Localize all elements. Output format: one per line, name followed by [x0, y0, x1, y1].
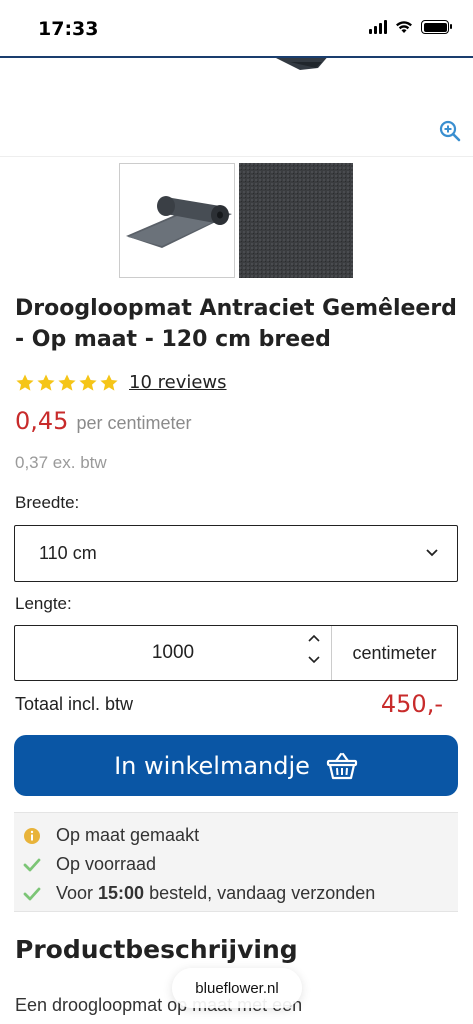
width-selected-value: 110 cm	[39, 543, 97, 563]
chevron-down-icon	[426, 549, 438, 557]
check-icon	[22, 884, 42, 904]
cellular-signal-icon	[369, 20, 387, 34]
thumbnail-roll[interactable]	[119, 163, 235, 278]
star-rating	[15, 373, 119, 393]
mat-roll-image-partial	[276, 58, 327, 70]
usp-item: Op maat gemaakt	[22, 821, 458, 850]
length-field: 1000 centimeter	[14, 625, 458, 681]
star-icon	[79, 374, 97, 391]
usp-cutoff-time: 15:00	[98, 883, 145, 903]
product-main-image[interactable]	[0, 56, 473, 157]
status-time: 17:33	[38, 18, 99, 40]
check-icon	[22, 855, 42, 875]
wifi-icon	[396, 21, 412, 33]
price-ex-vat: 0,37 ex. btw	[15, 453, 107, 472]
thumbnail-gallery	[119, 163, 353, 278]
usp-text: Op maat gemaakt	[56, 825, 200, 845]
width-select[interactable]: 110 cm	[14, 525, 458, 582]
status-icons	[369, 20, 452, 34]
length-stepper[interactable]	[307, 632, 321, 666]
rating: 10 reviews	[15, 372, 227, 393]
basket-icon	[326, 752, 358, 779]
length-value: 1000	[151, 642, 195, 663]
description-title: Productbeschrijving	[15, 935, 298, 964]
width-label: Breedte:	[15, 493, 80, 512]
reviews-link[interactable]: 10 reviews	[129, 372, 227, 393]
usp-item: Op voorraad	[22, 850, 458, 879]
usp-text: Op voorraad	[56, 854, 157, 874]
star-icon	[100, 374, 118, 391]
zoom-icon[interactable]	[439, 120, 461, 142]
add-to-cart-button[interactable]: In winkelmandje	[14, 735, 458, 796]
total-label: Totaal incl. btw	[15, 694, 134, 714]
star-icon	[58, 374, 76, 391]
status-bar: 17:33	[0, 0, 473, 58]
chevron-down-icon[interactable]	[307, 654, 321, 666]
chevron-up-icon[interactable]	[307, 632, 321, 644]
battery-icon	[421, 20, 452, 34]
add-to-cart-label: In winkelmandje	[114, 751, 310, 780]
length-unit: centimeter	[331, 626, 457, 680]
total-value: 450,-	[380, 690, 443, 718]
star-icon	[16, 374, 34, 391]
price-unit: per centimeter	[76, 413, 192, 433]
length-input[interactable]: 1000	[15, 626, 331, 680]
length-label: Lengte:	[15, 594, 72, 613]
product-title: Droogloopmat Antraciet Gemêleerd - Op ma…	[15, 296, 457, 352]
star-icon	[37, 374, 55, 391]
thumbnail-texture[interactable]	[239, 163, 353, 278]
usp-item: Voor 15:00 besteld, vandaag verzonden	[22, 879, 458, 908]
info-icon	[22, 826, 42, 846]
usp-list: Op maat gemaakt Op voorraad Voor 15:00 b…	[14, 812, 458, 912]
price: 0,45	[15, 407, 69, 435]
price-row: 0,45 per centimeter	[15, 407, 192, 435]
usp-text: Voor 15:00 besteld, vandaag verzonden	[56, 883, 376, 903]
url-text: blueflower.nl	[195, 979, 279, 997]
url-bar[interactable]: blueflower.nl	[172, 968, 302, 1008]
